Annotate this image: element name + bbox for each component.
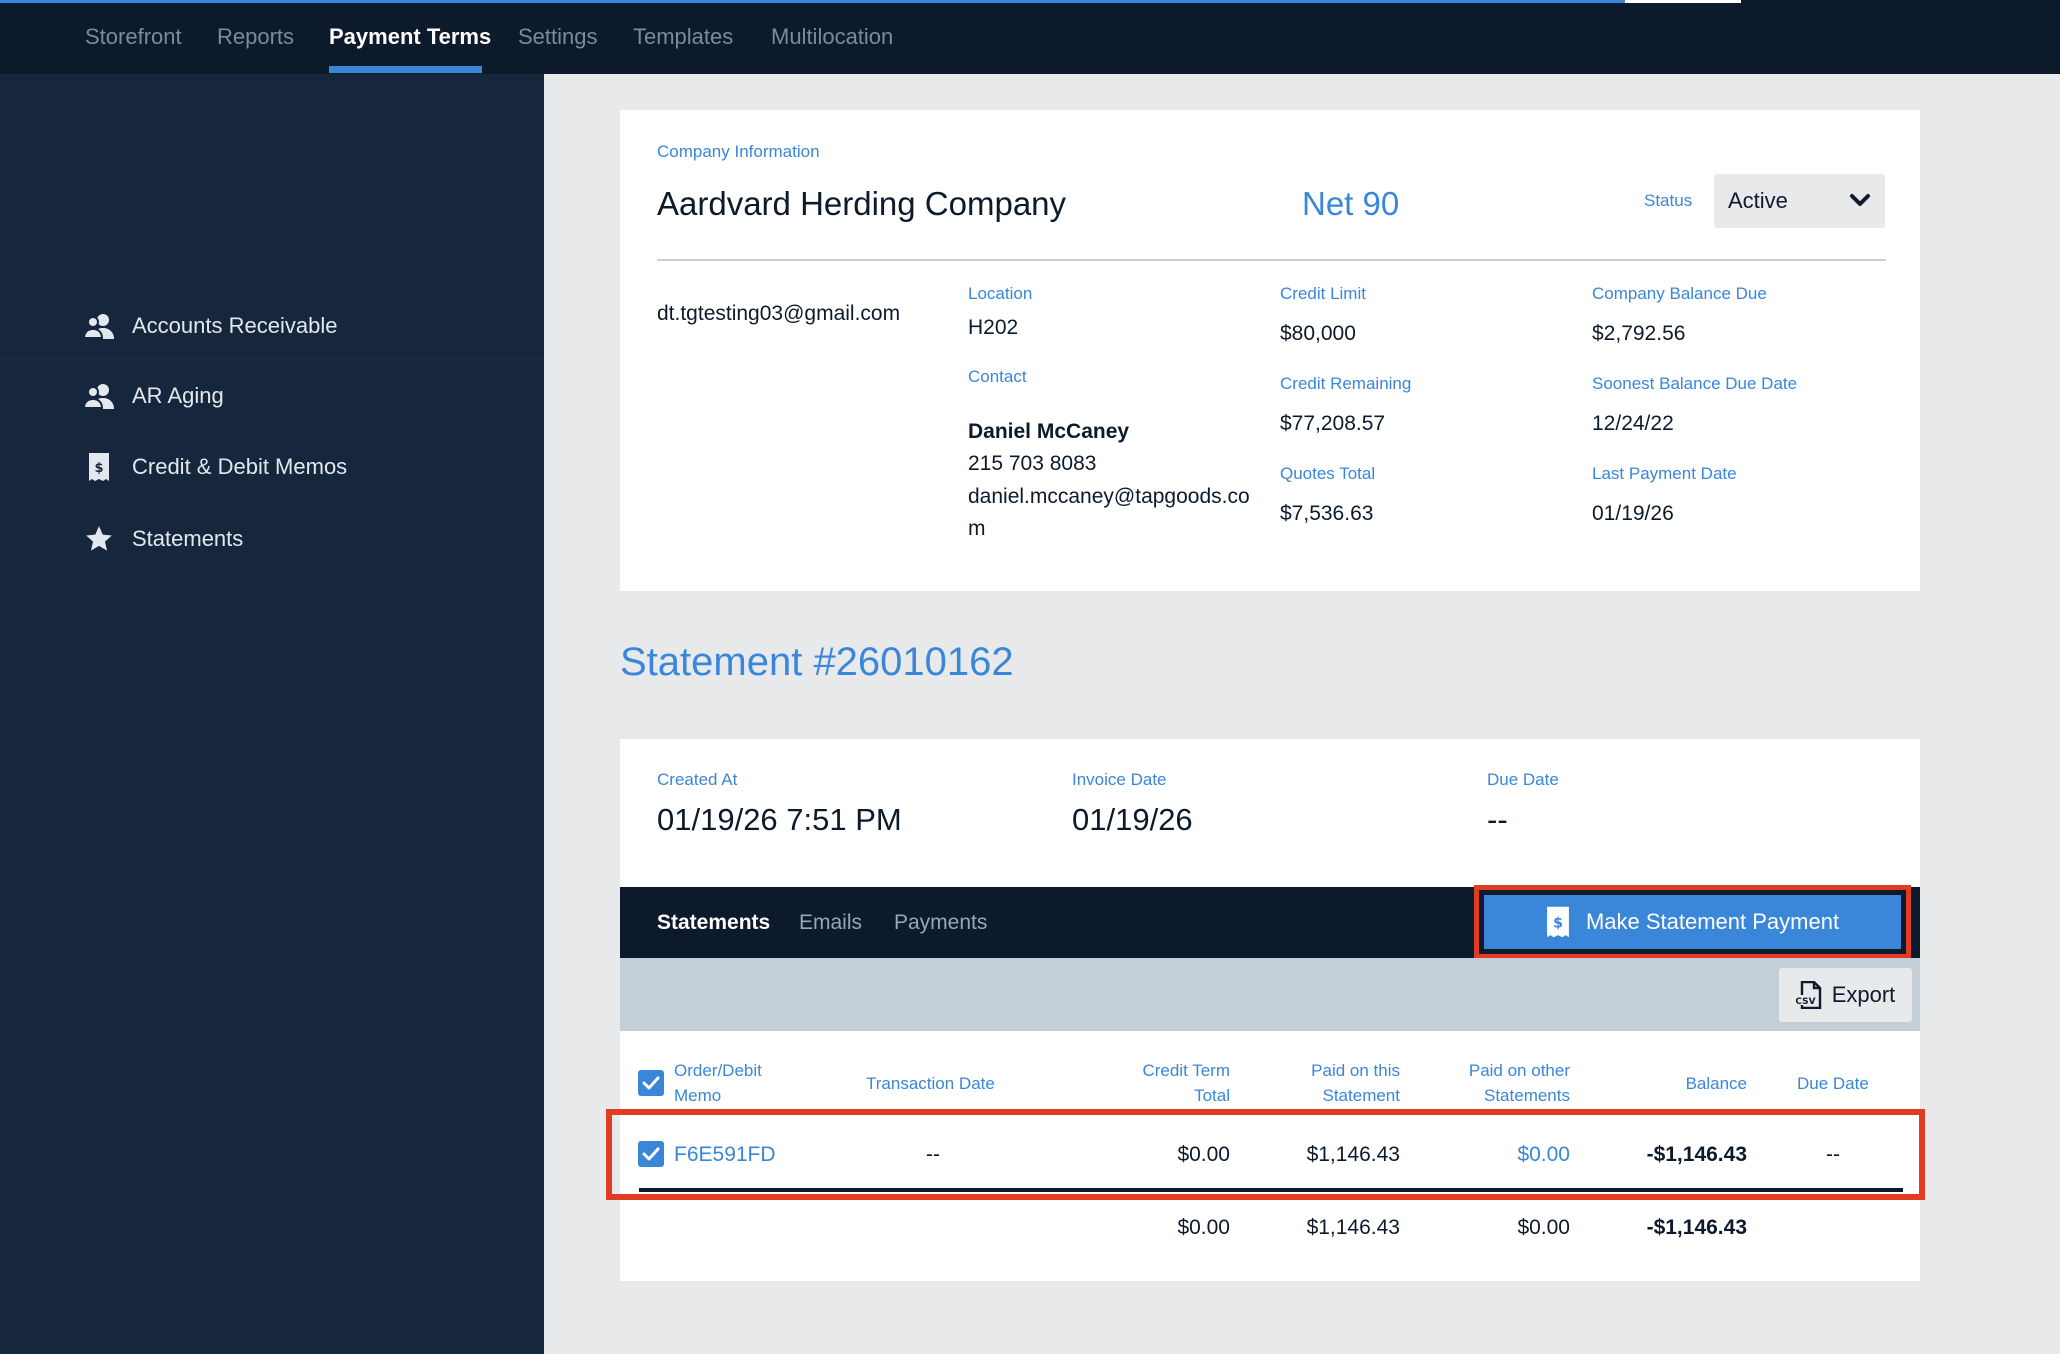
status-select[interactable]: Active	[1714, 174, 1885, 228]
location-label: Location	[968, 284, 1033, 303]
company-name: Aardvard Herding Company	[657, 185, 1067, 222]
table-toolbar	[620, 958, 1920, 1031]
credit-limit-value: $80,000	[1280, 322, 1356, 345]
nav-tab-templates[interactable]: Templates	[633, 24, 733, 50]
users-icon	[84, 381, 114, 411]
invoice-date-label: Invoice Date	[1072, 770, 1167, 789]
credit-term-total-cell: $0.00	[1177, 1143, 1230, 1166]
due-date-cell: --	[1826, 1143, 1840, 1166]
make-statement-payment-button[interactable]: $ Make Statement Payment	[1484, 895, 1901, 949]
sidebar-item-label: Accounts Receivable	[132, 313, 338, 338]
nav-accent-line	[0, 0, 1625, 3]
credit-remaining-label: Credit Remaining	[1280, 374, 1412, 393]
header-due-date[interactable]: Due Date	[1797, 1071, 1869, 1096]
receipt-icon: $	[1546, 906, 1570, 938]
balance-due-value: $2,792.56	[1592, 322, 1686, 345]
due-date-value: --	[1487, 802, 1508, 837]
sidebar-divider	[0, 289, 544, 290]
nav-tab-reports[interactable]: Reports	[217, 24, 294, 50]
nav-tab-storefront[interactable]: Storefront	[85, 24, 182, 50]
header-paid-on-this-statement[interactable]: Paid on this Statement	[1270, 1058, 1400, 1108]
statement-title: Statement #26010162	[620, 640, 1014, 684]
sidebar-item-label: AR Aging	[132, 383, 224, 408]
nav-tab-multilocation[interactable]: Multilocation	[771, 24, 893, 50]
csv-file-icon: CSV	[1795, 981, 1822, 1009]
sidebar-item-label: Credit & Debit Memos	[132, 454, 348, 479]
tab-statements[interactable]: Statements	[657, 911, 770, 935]
total-balance: -$1,146.43	[1646, 1216, 1747, 1239]
total-paid-this-statement: $1,146.43	[1306, 1216, 1400, 1239]
header-balance[interactable]: Balance	[1617, 1071, 1747, 1096]
quotes-total-value: $7,536.63	[1280, 502, 1374, 525]
total-credit-term: $0.00	[1177, 1216, 1230, 1239]
header-paid-on-other-statements[interactable]: Paid on other Statements	[1440, 1058, 1570, 1108]
company-email: dt.tgtesting03@gmail.com	[657, 302, 901, 325]
export-button[interactable]: CSV Export	[1779, 968, 1912, 1022]
order-link[interactable]: F6E591FD	[674, 1143, 776, 1167]
svg-text:CSV: CSV	[1796, 997, 1816, 1007]
sidebar-item-credit-debit-memos[interactable]: $ Credit & Debit Memos	[84, 447, 347, 487]
balance-cell: -$1,146.43	[1646, 1143, 1747, 1166]
tab-emails[interactable]: Emails	[799, 911, 862, 935]
contact-label: Contact	[968, 367, 1027, 386]
export-label: Export	[1831, 982, 1896, 1007]
tab-payments[interactable]: Payments	[894, 911, 987, 935]
total-paid-other-statements: $0.00	[1517, 1216, 1570, 1239]
header-credit-term-total[interactable]: Credit Term Total	[1100, 1058, 1230, 1108]
star-icon	[84, 524, 114, 554]
contact-name: Daniel McCaney	[968, 420, 1130, 443]
check-icon	[642, 1147, 660, 1161]
check-icon	[642, 1076, 660, 1090]
created-at-label: Created At	[657, 770, 738, 789]
sidebar-divider	[0, 359, 544, 360]
nav-accent-segment	[1625, 0, 1741, 3]
sidebar-item-label: Statements	[132, 526, 244, 551]
nav-tab-settings[interactable]: Settings	[518, 24, 598, 50]
sidebar-item-accounts-receivable[interactable]: Accounts Receivable	[84, 306, 337, 346]
chevron-down-icon	[1849, 189, 1871, 217]
payment-terms-value: Net 90	[1302, 185, 1400, 222]
invoice-date-value: 01/19/26	[1072, 802, 1193, 837]
make-statement-payment-label: Make Statement Payment	[1585, 909, 1840, 934]
last-payment-value: 01/19/26	[1592, 502, 1674, 525]
row-divider	[639, 1188, 1903, 1192]
receipt-icon: $	[84, 452, 114, 482]
sidebar-divider	[0, 501, 544, 502]
credit-limit-label: Credit Limit	[1280, 284, 1366, 303]
sidebar-item-statements[interactable]: Statements	[84, 519, 243, 559]
select-all-checkbox[interactable]	[638, 1070, 664, 1096]
created-at-value: 01/19/26 7:51 PM	[657, 802, 902, 837]
sidebar	[0, 74, 544, 1354]
svg-text:$: $	[1553, 915, 1563, 931]
sidebar-divider	[0, 429, 544, 430]
sidebar-item-ar-aging[interactable]: AR Aging	[84, 376, 224, 416]
users-icon	[84, 311, 114, 341]
soonest-due-value: 12/24/22	[1592, 412, 1674, 435]
soonest-due-label: Soonest Balance Due Date	[1592, 374, 1798, 393]
header-order-debit-memo[interactable]: Order/Debit Memo	[674, 1058, 762, 1108]
row-checkbox[interactable]	[638, 1141, 664, 1167]
nav-tab-payment-terms[interactable]: Payment Terms	[329, 24, 491, 50]
active-tab-indicator	[329, 66, 482, 73]
status-label: Status	[1644, 191, 1693, 210]
contact-email: daniel.mccaney@tapgoods.co	[968, 485, 1250, 508]
contact-phone: 215 703 8083	[968, 452, 1097, 475]
paid-other-statements-link[interactable]: $0.00	[1420, 1143, 1570, 1167]
contact-email-wrap: m	[968, 517, 986, 540]
sidebar-divider	[0, 574, 544, 575]
header-transaction-date[interactable]: Transaction Date	[866, 1071, 995, 1096]
status-value: Active	[1728, 188, 1788, 213]
top-navigation: Storefront Reports Payment Terms Setting…	[0, 0, 2060, 74]
due-date-label: Due Date	[1487, 770, 1559, 789]
svg-text:$: $	[94, 461, 103, 476]
paid-this-statement-cell: $1,146.43	[1306, 1143, 1400, 1166]
credit-remaining-value: $77,208.57	[1280, 412, 1386, 435]
quotes-total-label: Quotes Total	[1280, 464, 1376, 483]
location-value: H202	[968, 316, 1019, 339]
company-header-divider	[657, 259, 1886, 261]
transaction-date-cell: --	[926, 1143, 940, 1166]
last-payment-label: Last Payment Date	[1592, 464, 1737, 483]
balance-due-label: Company Balance Due	[1592, 284, 1767, 303]
company-info-label: Company Information	[657, 142, 820, 161]
